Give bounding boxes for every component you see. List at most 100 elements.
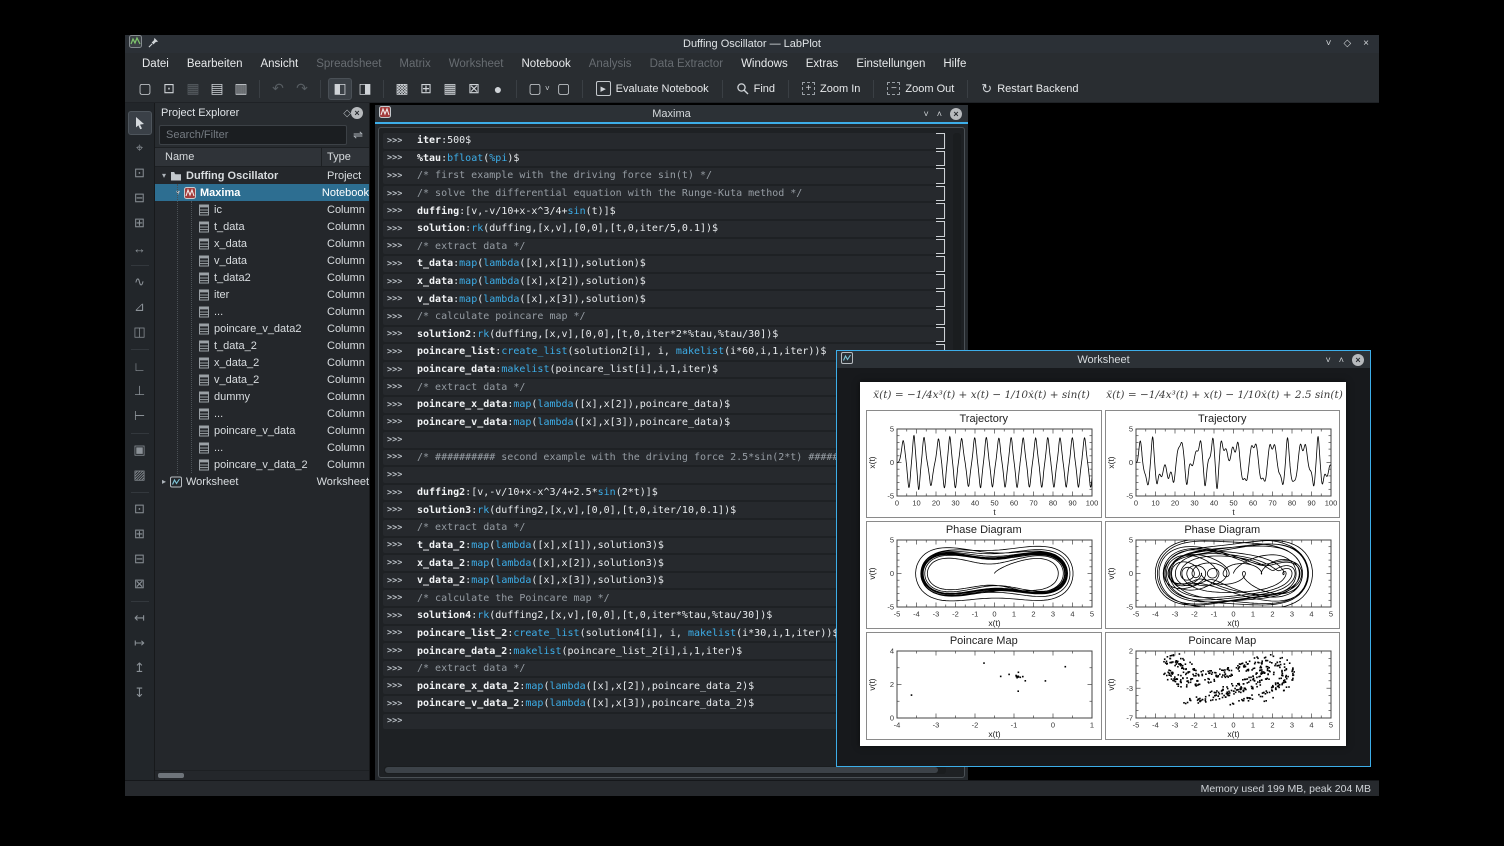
column-header-type[interactable]: Type [322, 148, 369, 166]
print-button[interactable]: ▤ [206, 79, 228, 99]
search-input[interactable] [159, 125, 347, 145]
filter-options-icon[interactable]: ⇌ [351, 128, 365, 142]
new-project-button[interactable]: ▢ [134, 79, 156, 99]
cell-code[interactable]: t_data:map(lambda([x],x[1]),solution)$ [417, 258, 936, 269]
tree-row[interactable]: t_data2 Column [155, 269, 369, 286]
explorer-hscrollbar[interactable] [155, 770, 369, 780]
menu-extras[interactable]: Extras [797, 55, 848, 73]
add-histogram-tool-icon[interactable]: ⊿ [128, 295, 152, 319]
notebook-cell[interactable]: >>> %tau:bfloat(%pi)$ [383, 150, 946, 167]
evaluate-notebook-button[interactable]: ▶ Evaluate Notebook [589, 79, 716, 98]
zoom-fit-tool-icon[interactable]: ⊟ [128, 547, 152, 571]
tree-row[interactable]: ▾ Maxima Notebook [155, 184, 369, 201]
notebook-cell[interactable]: >>> solution2:rk(duffing,[x,v],[0,0],[t,0… [383, 326, 946, 343]
shift-left-tool-icon[interactable]: ↤ [128, 606, 152, 630]
restart-backend-button[interactable]: ↻ Restart Backend [974, 79, 1085, 99]
float-panel-button[interactable]: ◇ [343, 108, 351, 119]
new-datapicker-button[interactable]: ⊠ [463, 79, 485, 99]
tree-row[interactable]: v_data_2 Column [155, 371, 369, 388]
chevron-down-icon[interactable]: ˅ [545, 84, 550, 93]
notebook-cell[interactable]: >>> duffing:[v,-v/10+x-x^3/4+sin(t)]$ [383, 203, 946, 219]
add-boxplot-tool-icon[interactable]: ◫ [128, 320, 152, 344]
menu-hilfe[interactable]: Hilfe [934, 55, 975, 73]
shift-up-tool-icon[interactable]: ↥ [128, 656, 152, 680]
tree-row[interactable]: ... Column [155, 405, 369, 422]
shift-right-tool-icon[interactable]: ↦ [128, 631, 152, 655]
zoom-y-select-tool-icon[interactable]: ⊞ [128, 211, 152, 235]
project-explorer-header[interactable]: Project Explorer ◇ × [155, 103, 369, 123]
select-tool-icon[interactable] [127, 111, 152, 135]
menu-ansicht[interactable]: Ansicht [251, 55, 307, 73]
column-header-name[interactable]: Name [155, 148, 322, 166]
expander-closed-icon[interactable]: ▸ [159, 477, 169, 486]
notebook-restore-button[interactable]: ˄ [937, 109, 942, 119]
notebook-cell[interactable]: >>> x_data:map(lambda([x],x[2]),solution)… [383, 273, 946, 290]
cell-code[interactable]: v_data:map(lambda([x],x[3]),solution)$ [417, 294, 936, 305]
new-script-button[interactable]: ▢ [553, 79, 575, 99]
shift-down-tool-icon[interactable]: ↧ [128, 681, 152, 705]
zoom-out-tool-icon[interactable]: ⊞ [128, 522, 152, 546]
zoom-in-button[interactable]: + Zoom In [795, 80, 867, 97]
notebook-close-button[interactable]: × [950, 107, 962, 120]
new-spreadsheet-button[interactable]: ⊞ [415, 79, 437, 99]
new-notebook-button[interactable]: ▢ [524, 79, 546, 99]
zoom-x-select-tool-icon[interactable]: ⊟ [128, 186, 152, 210]
expander-open-icon[interactable]: ▾ [173, 188, 183, 197]
menu-bearbeiten[interactable]: Bearbeiten [178, 55, 252, 73]
notebook-cell[interactable]: >>> /* calculate poincare map */ [383, 308, 946, 325]
menu-datei[interactable]: Datei [133, 55, 178, 73]
cell-code[interactable]: x_data:map(lambda([x],x[2]),solution)$ [417, 276, 936, 287]
add-axis-v-tool-icon[interactable]: ⊢ [128, 404, 152, 428]
cell-code[interactable]: duffing:[v,-v/10+x-x^3/4+sin(t)]$ [417, 206, 936, 217]
new-workbook-button[interactable]: ▩ [391, 79, 413, 99]
tree-row[interactable]: poincare_v_data2 Column [155, 320, 369, 337]
zoom-in-tool-icon[interactable]: ⊡ [128, 497, 152, 521]
tree-row[interactable]: x_data Column [155, 235, 369, 252]
notebook-titlebar[interactable]: Maxima ˅ ˄ × [375, 105, 968, 122]
close-button[interactable]: × [1363, 35, 1369, 53]
expander-open-icon[interactable]: ▾ [159, 171, 169, 180]
tree-row[interactable]: t_data_2 Column [155, 337, 369, 354]
tree-row[interactable]: ▾ Duffing Oscillator Project [155, 167, 369, 184]
print-preview-button[interactable]: ▥ [230, 79, 252, 99]
tree-row[interactable]: ... Column [155, 439, 369, 456]
worksheet-close-button[interactable]: × [1352, 353, 1364, 366]
cell-code[interactable]: iter:500$ [417, 135, 936, 146]
tree-row[interactable]: t_data Column [155, 218, 369, 235]
worksheet-restore-button[interactable]: ˄ [1339, 355, 1344, 365]
add-plot-tool-icon[interactable]: ∿ [128, 270, 152, 294]
color-maps-button[interactable]: ● [487, 79, 509, 99]
find-button[interactable]: Find [729, 80, 782, 97]
new-matrix-button[interactable]: ▦ [439, 79, 461, 99]
maximize-button[interactable]: ◇ [1343, 35, 1351, 53]
tree-row[interactable]: x_data_2 Column [155, 354, 369, 371]
zoom-out-button[interactable]: − Zoom Out [880, 80, 961, 97]
add-text-label-tool-icon[interactable]: ▣ [128, 438, 152, 462]
notebook-hscrollbar[interactable] [384, 766, 946, 774]
cell-code[interactable]: /* extract data */ [417, 241, 936, 252]
menu-einstellungen[interactable]: Einstellungen [847, 55, 934, 73]
notebook-cell[interactable]: >>> t_data:map(lambda([x],x[1]),solution)… [383, 256, 946, 272]
notebook-cell[interactable]: >>> /* first example with the driving for… [383, 168, 946, 184]
navigate-tool-icon[interactable]: ⌖ [128, 136, 152, 160]
notebook-cell[interactable]: >>> /* extract data */ [383, 238, 946, 255]
toggle-properties-explorer-button[interactable]: ◨ [354, 79, 376, 99]
tree-row[interactable]: ic Column [155, 201, 369, 218]
add-image-tool-icon[interactable]: ▨ [128, 463, 152, 487]
notebook-cell[interactable]: >>> solution:rk(duffing,[x,v],[0,0],[t,0,… [383, 220, 946, 237]
worksheet-minimize-button[interactable]: ˅ [1325, 355, 1330, 365]
cell-code[interactable]: solution:rk(duffing,[x,v],[0,0],[t,0,ite… [417, 223, 936, 234]
tree-row[interactable]: poincare_v_data Column [155, 422, 369, 439]
shift-x-tool-icon[interactable]: ↔ [128, 236, 152, 260]
add-axis-h-tool-icon[interactable]: ⊥ [128, 379, 152, 403]
cell-code[interactable]: solution2:rk(duffing,[x,v],[0,0],[t,0,it… [417, 329, 936, 340]
toggle-project-explorer-button[interactable]: ◧ [328, 77, 352, 100]
tree-row[interactable]: ▸ Worksheet Worksheet [155, 473, 369, 490]
menu-windows[interactable]: Windows [732, 55, 797, 73]
notebook-cell[interactable]: >>> /* solve the differential equation wi… [383, 185, 946, 202]
cell-code[interactable]: %tau:bfloat(%pi)$ [417, 153, 936, 164]
notebook-cell[interactable]: >>> v_data:map(lambda([x],x[3]),solution)… [383, 291, 946, 307]
tree-row[interactable]: poincare_v_data_2 Column [155, 456, 369, 473]
tree-row[interactable]: iter Column [155, 286, 369, 303]
tree-row[interactable]: dummy Column [155, 388, 369, 405]
